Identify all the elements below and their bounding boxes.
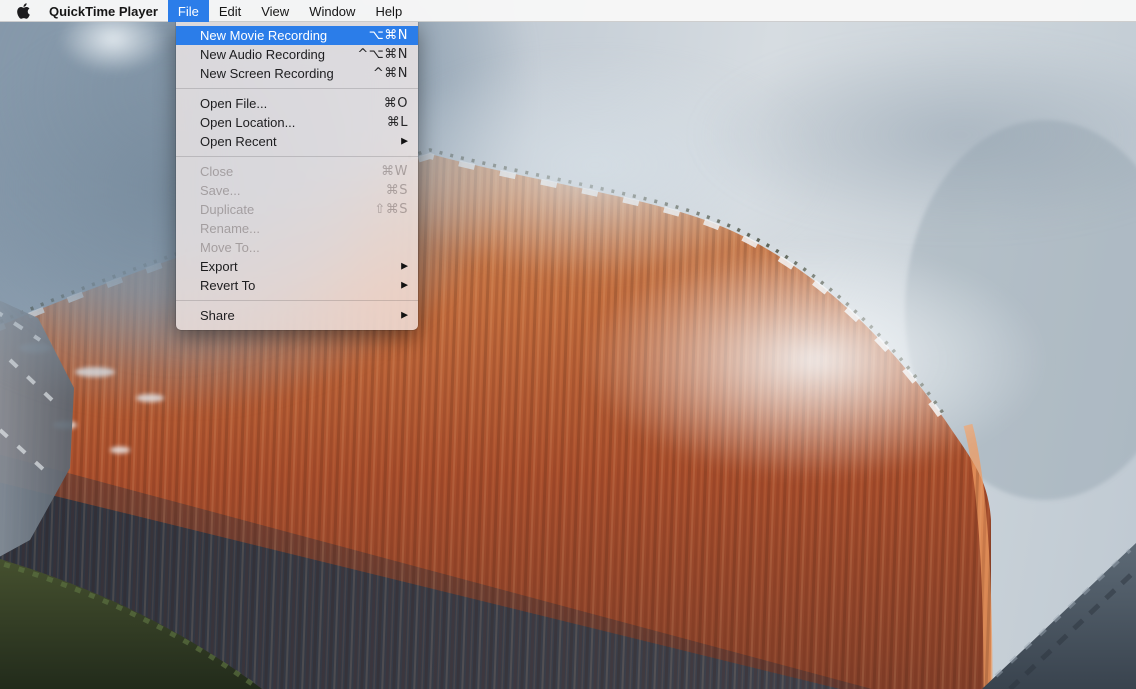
menu-item-move-to: Move To... [176,238,418,257]
menu-item-close: Close ⌘W [176,162,418,181]
menu-item-label: Open Recent [200,132,277,151]
menu-item-duplicate: Duplicate ⇧⌘S [176,200,418,219]
submenu-arrow-icon: ▶ [401,132,408,151]
menu-item-label: Share [200,306,235,325]
menu-item-revert-to[interactable]: Revert To ▶ [176,276,418,295]
menu-item-label: Rename... [200,219,260,238]
menu-item-new-movie-recording[interactable]: New Movie Recording ⌥⌘N [176,26,418,45]
submenu-arrow-icon: ▶ [401,306,408,325]
menu-item-label: New Audio Recording [200,45,325,64]
menubar-menu-file[interactable]: File [168,0,209,22]
menu-item-shortcut: ⌥⌘N [369,26,408,45]
desktop-wallpaper[interactable] [0,0,1136,689]
menu-item-label: Open File... [200,94,267,113]
menu-item-label: Move To... [200,238,260,257]
menu-item-label: Save... [200,181,240,200]
menu-item-open-location[interactable]: Open Location... ⌘L [176,113,418,132]
menu-item-shortcut: ^⌥⌘N [357,45,408,64]
wallpaper-terrain-art [0,0,1136,689]
menu-item-shortcut: ⌘L [387,113,408,132]
menu-separator [176,156,418,157]
menu-item-shortcut: ^⌘N [373,64,408,83]
file-menu-dropdown: New Movie Recording ⌥⌘N New Audio Record… [176,22,418,330]
menu-item-save: Save... ⌘S [176,181,418,200]
menubar-menu-help[interactable]: Help [365,0,412,22]
menu-item-label: Close [200,162,233,181]
desktop: QuickTime Player File Edit View Window H… [0,0,1136,689]
submenu-arrow-icon: ▶ [401,257,408,276]
apple-logo-icon [16,3,30,19]
menu-bar: QuickTime Player File Edit View Window H… [0,0,1136,22]
menu-item-share[interactable]: Share ▶ [176,306,418,325]
menu-item-label: New Movie Recording [200,26,327,45]
menu-item-shortcut: ⌘S [386,181,408,200]
apple-menu[interactable] [0,0,39,22]
menu-item-label: Export [200,257,238,276]
menubar-menu-window[interactable]: Window [299,0,365,22]
menu-item-open-recent[interactable]: Open Recent ▶ [176,132,418,151]
menu-separator [176,88,418,89]
menu-item-shortcut: ⌘O [384,94,408,113]
menubar-menu-view[interactable]: View [251,0,299,22]
menubar-app-name[interactable]: QuickTime Player [39,0,168,22]
submenu-arrow-icon: ▶ [401,276,408,295]
menu-item-new-screen-recording[interactable]: New Screen Recording ^⌘N [176,64,418,83]
menu-item-shortcut: ⌘W [381,162,408,181]
menu-item-rename: Rename... [176,219,418,238]
menu-item-label: New Screen Recording [200,64,334,83]
menu-item-new-audio-recording[interactable]: New Audio Recording ^⌥⌘N [176,45,418,64]
menu-item-open-file[interactable]: Open File... ⌘O [176,94,418,113]
menu-separator [176,300,418,301]
menu-item-shortcut: ⇧⌘S [374,200,408,219]
menu-item-label: Open Location... [200,113,295,132]
menu-item-label: Duplicate [200,200,254,219]
menu-item-export[interactable]: Export ▶ [176,257,418,276]
menu-item-label: Revert To [200,276,255,295]
menubar-menu-edit[interactable]: Edit [209,0,251,22]
